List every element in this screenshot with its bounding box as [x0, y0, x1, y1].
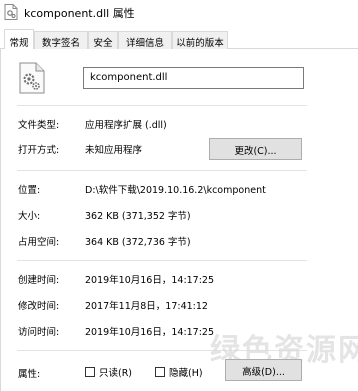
opens-with-value: 未知应用程序	[85, 145, 143, 156]
hidden-checkbox-label: 隐藏(H)	[169, 368, 203, 379]
size-value: 362 KB (371,352 字节)	[85, 211, 191, 222]
created-value: 2019年10月16日，14:17:25	[85, 275, 215, 286]
file-type-label: 文件类型:	[18, 120, 60, 131]
tab-security[interactable]: 安全	[88, 31, 118, 49]
readonly-checkbox-box[interactable]	[85, 367, 95, 377]
location-label: 位置:	[18, 185, 41, 196]
created-label: 创建时间:	[18, 275, 60, 286]
hidden-checkbox[interactable]: 隐藏(H)	[155, 365, 203, 379]
accessed-label: 访问时间:	[18, 327, 60, 338]
title-bar: kcomponent.dll 属性	[0, 0, 358, 24]
dll-file-icon	[19, 62, 45, 94]
change-button[interactable]: 更改(C)...	[209, 138, 302, 160]
advanced-button[interactable]: 高级(D)...	[225, 359, 302, 381]
tab-bar: 常规 数字签名 安全 详细信息 以前的版本	[0, 29, 358, 50]
separator	[17, 105, 307, 106]
tab-details[interactable]: 详细信息	[118, 31, 172, 49]
modified-value: 2017年11月8日，17:41:12	[85, 301, 208, 312]
location-value: D:\软件下载\2019.10.16.2\kcomponent	[85, 185, 266, 196]
size-on-disk-label: 占用空间:	[18, 237, 60, 248]
window-title: kcomponent.dll 属性	[24, 7, 135, 20]
file-icon	[4, 4, 18, 20]
size-on-disk-value: 364 KB (372,736 字节)	[85, 237, 191, 248]
readonly-checkbox-label: 只读(R)	[99, 368, 133, 379]
hidden-checkbox-box[interactable]	[155, 367, 165, 377]
attributes-label: 属性:	[18, 369, 41, 380]
opens-with-label: 打开方式:	[18, 145, 60, 156]
separator	[17, 260, 307, 261]
readonly-checkbox[interactable]: 只读(R)	[85, 365, 132, 379]
file-name-field[interactable]: kcomponent.dll	[83, 67, 304, 89]
tab-digital-signatures[interactable]: 数字签名	[34, 31, 88, 49]
size-label: 大小:	[18, 211, 41, 222]
tab-general[interactable]: 常规	[4, 29, 34, 50]
separator	[17, 170, 307, 171]
modified-label: 修改时间:	[18, 301, 60, 312]
tab-previous-versions[interactable]: 以前的版本	[172, 31, 228, 49]
file-type-value: 应用程序扩展 (.dll)	[85, 120, 167, 131]
accessed-value: 2019年10月16日，14:17:25	[85, 327, 215, 338]
